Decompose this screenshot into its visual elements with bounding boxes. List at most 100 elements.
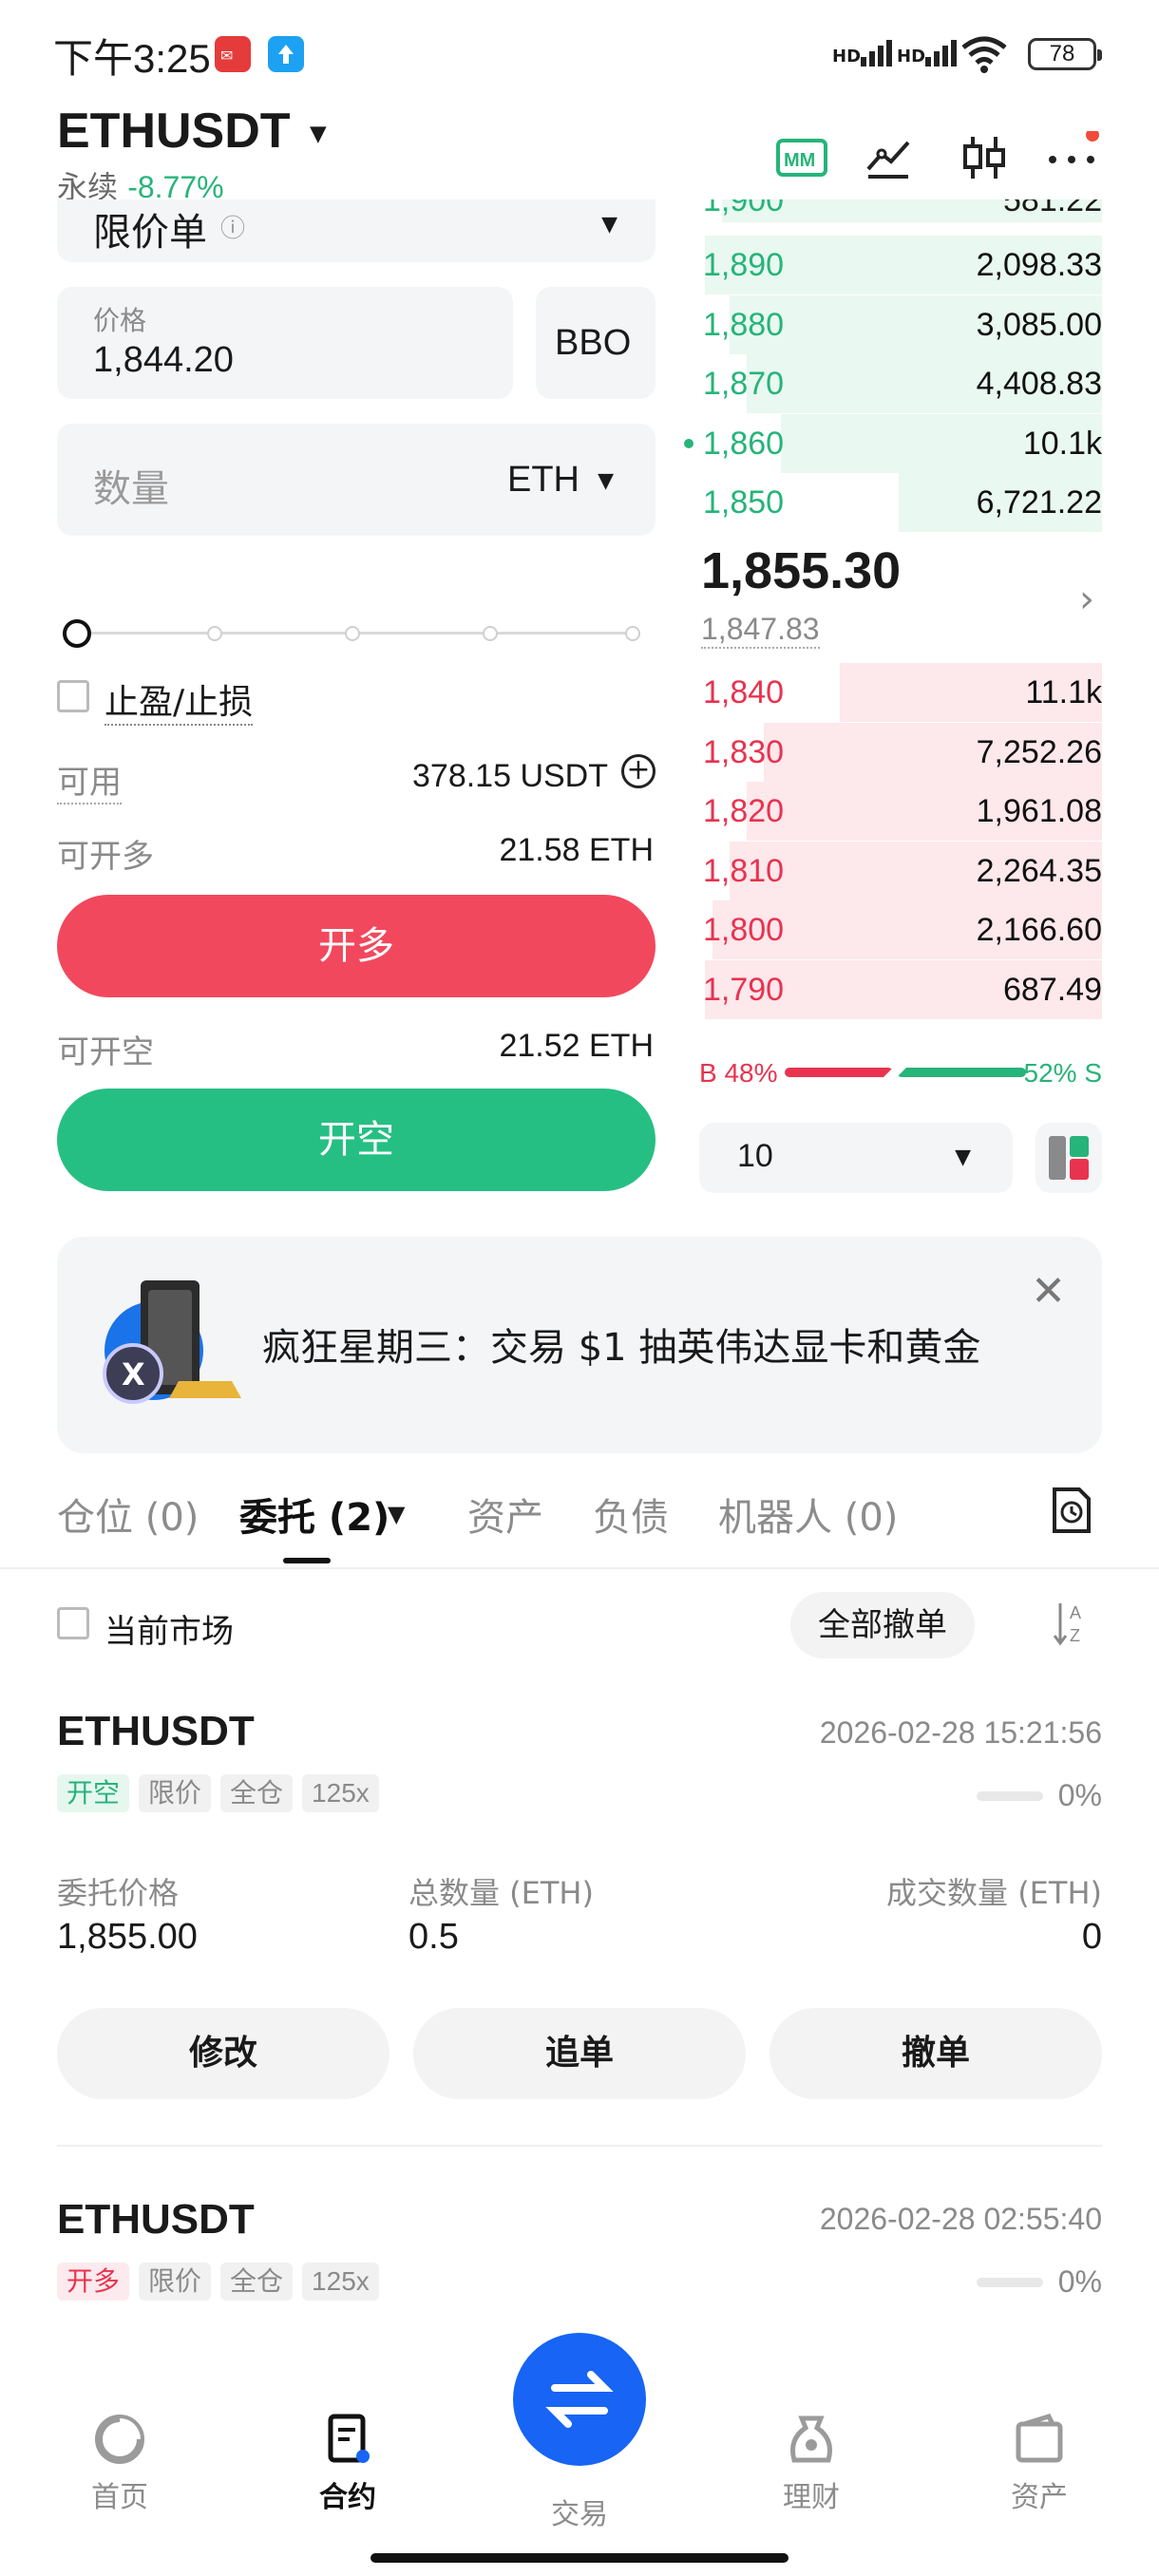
history-icon[interactable] [1051, 1486, 1092, 1535]
orderbook-row[interactable]: 1,860 10.1k [699, 413, 1102, 473]
order-type-select[interactable]: 限价单 ⓘ ▼ [57, 199, 656, 262]
open-long-button[interactable]: 开多 [57, 895, 656, 997]
tab-2[interactable]: 资产 [467, 1487, 543, 1542]
chevron-right-icon[interactable]: › [1079, 578, 1094, 621]
orderbook-row[interactable]: 1,830 7,252.26 [699, 722, 1102, 782]
orderbook-row[interactable]: 1,890 2,098.33 [699, 236, 1102, 294]
nav-contract[interactable]: 合约 [232, 2413, 464, 2515]
caret-down-icon: ▼ [601, 213, 618, 237]
open-short-button[interactable]: 开空 [57, 1089, 656, 1191]
trade-button[interactable] [513, 2333, 646, 2466]
orderbook-qty: 6,721.22 [976, 484, 1102, 521]
nav-home-label: 首页 [91, 2481, 148, 2514]
orderbook-row[interactable]: 1,850 6,721.22 [699, 473, 1102, 533]
app-notification-icon: ✉ [215, 36, 251, 72]
orderbook-row[interactable]: 1,810 2,264.35 [699, 841, 1102, 900]
current-market-checkbox[interactable] [57, 1607, 89, 1639]
tpsl-checkbox[interactable] [57, 680, 89, 712]
strategy-chart-icon[interactable] [863, 131, 916, 184]
can-long-value: 21.58 ETH [499, 832, 654, 868]
leverage-tag: 125x [302, 2263, 379, 2301]
status-time: 下午3:25 [53, 36, 211, 81]
transfer-plus-icon[interactable]: + [621, 754, 656, 788]
sell-ratio-bar [897, 1068, 1026, 1077]
order-time: 2026-02-28 02:55:40 [819, 2202, 1102, 2236]
precision-value: 10 [737, 1138, 773, 1174]
orderbook-qty: 3,085.00 [976, 306, 1102, 343]
quantity-placeholder: 数量 [93, 467, 169, 511]
bbo-button[interactable]: BBO [536, 287, 656, 399]
orderbook-row[interactable]: 1,880 3,085.00 [699, 294, 1102, 354]
order-type-tag: 限价 [139, 1774, 212, 1812]
tab-0[interactable]: 仓位 (0) [57, 1487, 199, 1542]
orderbook-qty: 11.1k [1025, 674, 1102, 710]
quantity-unit[interactable]: ETH [507, 460, 580, 501]
swap-icon [545, 2371, 614, 2428]
orderbook-price: 1,800 [703, 912, 785, 949]
svg-text:X: X [122, 1356, 145, 1392]
tab-3[interactable]: 负债 [593, 1487, 669, 1542]
orderbook-row[interactable]: 1,790 687.49 [699, 960, 1102, 1019]
chase-button[interactable]: 追单 [413, 2008, 746, 2099]
cancel-order-button[interactable]: 撤单 [770, 2008, 1102, 2099]
order-qty-value: 0.5 [408, 1917, 459, 1957]
quantity-slider[interactable] [63, 619, 648, 648]
bbo-label: BBO [555, 323, 632, 363]
gpu-gold-illustration: X [103, 1280, 241, 1404]
orderbook-price: 1,890 [703, 247, 785, 283]
nav-assets[interactable]: 资产 [923, 2413, 1155, 2515]
leverage-tag: 125x [302, 1774, 379, 1812]
nav-assets-label: 资产 [1011, 2481, 1068, 2514]
orderbook-row[interactable]: 1,870 4,408.83 [699, 354, 1102, 414]
sort-az-icon[interactable]: AZ [1053, 1600, 1094, 1651]
orderbook-price: 1,860 [703, 425, 785, 462]
tab-4[interactable]: 机器人 (0) [718, 1487, 898, 1542]
order-side-tag: 开多 [57, 2263, 130, 2301]
bottom-nav: 首页 合约 交易 理财 资产 [0, 2314, 1159, 2576]
tab-1[interactable]: 委托 (2) [239, 1487, 390, 1542]
promo-banner[interactable]: X 疯狂星期三：交易 $1 抽英伟达显卡和黄金 ✕ [57, 1237, 1102, 1453]
order-filled-value: 0 [1081, 1917, 1102, 1957]
order-tags: 开多 限价 全仓 125x [57, 2263, 389, 2301]
orderbook-row[interactable]: 1,840 11.1k [699, 663, 1102, 722]
battery-indicator: 78 [1028, 38, 1102, 70]
tpsl-label[interactable]: 止盈/止损 [104, 674, 254, 726]
earn-icon [790, 2415, 832, 2463]
nav-home[interactable]: 首页 [4, 2413, 236, 2515]
cancel-all-button[interactable]: 全部撤单 [790, 1592, 975, 1658]
orderbook-qty: 2,166.60 [976, 912, 1102, 949]
orderbook-row[interactable]: 1,800 2,166.60 [699, 900, 1102, 960]
fill-percent: 0% [1057, 2264, 1102, 2299]
order-symbol: ETHUSDT [57, 1708, 255, 1754]
more-icon[interactable] [1045, 128, 1099, 184]
order-price-label: 委托价格 [57, 1875, 180, 1911]
current-market-label[interactable]: 当前市场 [104, 1605, 234, 1652]
fill-percent: 0% [1057, 1778, 1102, 1812]
order-price-value: 1,855.00 [57, 1917, 198, 1957]
price-input[interactable]: 价格 1,844.20 [57, 287, 513, 399]
orderbook-qty: 687.49 [1003, 972, 1102, 1008]
available-label: 可用 [57, 756, 122, 805]
symbol-selector[interactable]: ETHUSDT ▼ [57, 103, 332, 160]
orderbook-partial-row: 1,900 581.22 [699, 199, 1102, 222]
close-icon[interactable]: ✕ [1031, 1267, 1066, 1316]
signal-icon-2: HD [897, 40, 960, 66]
price-value: 1,844.20 [93, 340, 234, 380]
quantity-input[interactable]: 数量 ETH ▼ [57, 424, 656, 536]
order-type-tag: 限价 [139, 2263, 212, 2301]
can-short-label: 可开空 [57, 1033, 154, 1071]
info-icon[interactable]: ⓘ [220, 209, 245, 244]
candlestick-icon[interactable] [958, 131, 1011, 184]
orderbook-row[interactable]: 1,820 1,961.08 [699, 782, 1102, 842]
precision-select[interactable]: 10 ▼ [699, 1123, 1013, 1193]
mm-icon[interactable]: MM [775, 131, 828, 184]
symbol-title: ETHUSDT [57, 104, 291, 159]
slider-handle[interactable] [63, 619, 91, 648]
nav-earn[interactable]: 理财 [695, 2413, 927, 2515]
order-qty-label: 总数量 (ETH) [408, 1875, 594, 1911]
layout-toggle-icon[interactable] [1036, 1123, 1102, 1193]
fill-progress-bar [977, 1791, 1043, 1801]
margin-mode-tag: 全仓 [220, 2263, 294, 2301]
modify-button[interactable]: 修改 [57, 2008, 390, 2099]
order-tags: 开空 限价 全仓 125x [57, 1774, 389, 1812]
